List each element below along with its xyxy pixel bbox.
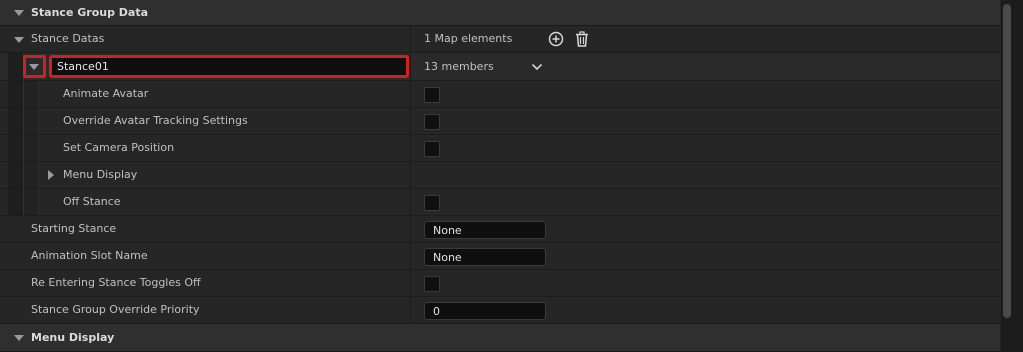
starting-stance-field[interactable]: None	[424, 221, 546, 239]
prop-label: Set Camera Position	[63, 141, 175, 154]
prop-row-starting-stance: Starting Stance None	[0, 216, 1000, 243]
entry-expander-highlight[interactable]	[23, 55, 46, 78]
value-column	[410, 243, 411, 269]
value-column	[410, 216, 411, 242]
map-entry-row: Stance01 13 members	[0, 53, 1014, 81]
prop-row-off-stance: Off Stance	[0, 189, 1014, 216]
indent-guide	[8, 135, 24, 161]
indent-guide	[24, 162, 39, 188]
re-entering-checkbox[interactable]	[424, 276, 440, 292]
prop-row-menu-display[interactable]: Menu Display	[0, 162, 1014, 189]
value-column	[410, 270, 411, 296]
category-stance-group-data[interactable]: Stance Group Data	[0, 0, 1000, 26]
set-camera-position-checkbox[interactable]	[424, 141, 440, 157]
prop-label: Starting Stance	[31, 222, 117, 235]
animate-avatar-checkbox[interactable]	[424, 87, 440, 103]
prop-label: Animate Avatar	[63, 87, 149, 100]
stance-datas-label: Stance Datas	[31, 32, 105, 45]
plus-circle-icon[interactable]	[548, 31, 564, 50]
indent-guide	[8, 108, 24, 134]
prop-label: Off Stance	[63, 195, 121, 208]
override-tracking-checkbox[interactable]	[424, 114, 440, 130]
prop-label: Menu Display	[63, 168, 138, 181]
value-column	[410, 297, 411, 323]
expand-arrow-icon[interactable]	[48, 170, 54, 180]
indent-guide	[8, 189, 24, 215]
members-count[interactable]: 13 members	[424, 53, 494, 81]
scrollbar-thumb[interactable]	[1003, 4, 1011, 318]
category-label: Menu Display	[31, 331, 115, 344]
prop-row-set-camera-position: Set Camera Position	[0, 135, 1014, 162]
value-column	[410, 162, 411, 188]
prop-label: Re Entering Stance Toggles Off	[31, 276, 201, 289]
prop-label: Override Avatar Tracking Settings	[63, 114, 248, 127]
value-column	[410, 189, 411, 215]
details-panel: Stance Group Data Stance Datas 1 Map ele…	[0, 0, 1023, 352]
indent-guide	[24, 108, 39, 134]
indent-guide	[24, 81, 39, 107]
value-column	[410, 108, 411, 134]
category-label: Stance Group Data	[31, 6, 149, 19]
indent-guide	[24, 135, 39, 161]
map-element-count: 1 Map elements	[424, 32, 513, 45]
category-menu-display[interactable]: Menu Display	[0, 324, 1000, 352]
prop-row-animate-avatar: Animate Avatar	[0, 81, 1014, 108]
indent-guide	[8, 162, 24, 188]
indent-guide	[8, 81, 24, 107]
value-column	[410, 135, 411, 161]
override-priority-field[interactable]: 0	[424, 302, 546, 320]
value-column: 1 Map elements	[410, 26, 588, 52]
map-key-input-highlight[interactable]: Stance01	[49, 55, 409, 78]
collapse-arrow-icon[interactable]	[14, 335, 24, 341]
indent-guide	[8, 53, 24, 80]
prop-row-re-entering: Re Entering Stance Toggles Off	[0, 270, 1000, 297]
value-column	[410, 81, 411, 107]
animation-slot-name-field[interactable]: None	[424, 248, 546, 266]
prop-label: Stance Group Override Priority	[31, 303, 200, 316]
prop-row-override-tracking: Override Avatar Tracking Settings	[0, 108, 1014, 135]
stance-datas-row: Stance Datas 1 Map elements	[0, 26, 1014, 53]
prop-row-animation-slot-name: Animation Slot Name None	[0, 243, 1000, 270]
prop-row-override-priority: Stance Group Override Priority 0	[0, 297, 1000, 324]
chevron-down-icon[interactable]	[531, 62, 543, 75]
trash-icon[interactable]	[574, 31, 590, 50]
collapse-arrow-icon[interactable]	[29, 64, 39, 70]
collapse-arrow-icon[interactable]	[14, 37, 24, 43]
value-column: 13 members	[410, 53, 543, 80]
map-key-value[interactable]: Stance01	[57, 58, 109, 75]
collapse-arrow-icon[interactable]	[14, 10, 24, 16]
indent-guide	[24, 189, 39, 215]
off-stance-checkbox[interactable]	[424, 195, 440, 211]
prop-label: Animation Slot Name	[31, 249, 148, 262]
